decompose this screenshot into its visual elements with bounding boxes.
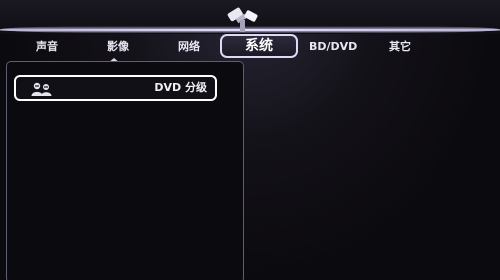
tab-system[interactable]: 系统 xyxy=(220,34,298,58)
menu-item-dvd-rating[interactable]: DVD 分级 xyxy=(14,75,217,101)
system-tools-icon xyxy=(227,7,258,32)
parental-control-icon xyxy=(31,82,52,96)
tab-sound[interactable]: 声音 xyxy=(36,39,58,55)
tab-bd-dvd[interactable]: BD/DVD xyxy=(309,39,357,55)
settings-screen: 声音 影像 网络 系统 BD/DVD 其它 DVD 分级 xyxy=(0,0,500,280)
category-tabs: 声音 影像 网络 系统 BD/DVD 其它 xyxy=(0,34,500,62)
tab-network[interactable]: 网络 xyxy=(178,39,200,55)
tab-other[interactable]: 其它 xyxy=(389,39,411,55)
menu-item-label: DVD 分级 xyxy=(154,81,207,94)
tab-video[interactable]: 影像 xyxy=(107,39,129,55)
